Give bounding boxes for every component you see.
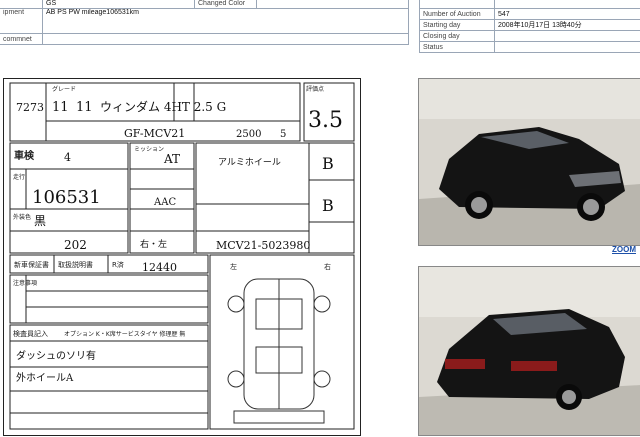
closing-day-value <box>495 31 640 42</box>
car-diagram <box>228 279 330 423</box>
comment-value <box>43 34 409 45</box>
status-value <box>495 42 640 53</box>
color-label: 外装色 <box>13 213 31 221</box>
score-value: 3.5 <box>308 108 343 133</box>
vehicle-info-table: GS Changed Color ipment AB PS PW mileage… <box>0 0 409 45</box>
lot-number: 7273 <box>16 101 44 114</box>
auction-row-label <box>420 0 495 9</box>
diagram-right-label: 右 <box>324 262 331 271</box>
inspector-label: 検査員記入 <box>13 329 48 338</box>
wheel-note: アルミホイール <box>218 157 281 168</box>
frame-number: MCV21-5023980 <box>216 239 310 252</box>
chassis-code: GF-MCV21 <box>124 127 185 140</box>
color-value: 黒 <box>34 214 46 228</box>
shaken-month: 4 <box>64 151 71 164</box>
auction-info-table: Number of Auction547 Starting day2008年10… <box>419 0 640 53</box>
record-label: 新車保証書 <box>14 260 49 269</box>
month-value: 11 <box>76 100 93 115</box>
closing-day-label: Closing day <box>420 31 495 42</box>
remark-2: 外ホイールA <box>16 372 74 384</box>
zoom-link[interactable]: ZOOM <box>612 245 636 254</box>
grade-label: グレード <box>52 85 76 93</box>
starting-day-label: Starting day <box>420 20 495 31</box>
comment-label: commnet <box>0 34 43 45</box>
seats: 5 <box>280 129 286 140</box>
auction-number-label: Number of Auction <box>420 9 495 20</box>
exterior-grade: B <box>322 196 334 215</box>
row1-label <box>0 0 43 9</box>
recycle-amount: 12440 <box>142 261 177 274</box>
equipment-value: AB PS PW mileage106531km <box>43 9 409 34</box>
mileage-value: 106531 <box>32 187 101 208</box>
displacement: 2500 <box>236 129 261 140</box>
shaken-label: 車検 <box>14 149 35 162</box>
year-value: 11 <box>52 100 69 115</box>
auction-row-value <box>495 0 640 9</box>
diagram-left-label: 左 <box>230 262 237 271</box>
trans-value: AT <box>163 152 180 166</box>
recycle-label: R済 <box>112 260 124 269</box>
interior-grade: B <box>322 154 334 173</box>
status-label: Status <box>420 42 495 53</box>
mileage-label: 走行 <box>13 173 25 181</box>
manual-label: 取扱説明書 <box>58 260 93 269</box>
inspector-text: オプション K・K席サービスタイヤ 修理歴 無 <box>64 330 185 338</box>
car-photo-rear[interactable] <box>418 266 640 436</box>
starting-day-value: 2008年10月17日 13時40分 <box>495 20 640 31</box>
model-name: ウィンダム 4HT 2.5 G <box>100 99 226 114</box>
color-code: 202 <box>64 238 87 252</box>
notes-label: 注意事項 <box>13 279 37 287</box>
car-rear-image <box>419 267 640 435</box>
auction-sheet-image[interactable]: グレード 評価点 車検 走行 外装色 ミッション 新車保証書 取扱説明書 R済 … <box>3 78 361 436</box>
car-photo-front[interactable] <box>418 78 640 246</box>
auction-sheet-drawing: グレード 評価点 車検 走行 外装色 ミッション 新車保証書 取扱説明書 R済 … <box>4 79 360 435</box>
changed-color-value <box>257 0 409 9</box>
trans-label: ミッション <box>134 146 164 153</box>
car-front-image <box>419 79 640 245</box>
changed-color-label: Changed Color <box>195 0 257 9</box>
steering-value: 右・左 <box>140 238 167 250</box>
score-label: 評価点 <box>306 85 324 93</box>
ac-value: AAC <box>153 197 176 208</box>
auction-number-value: 547 <box>495 9 640 20</box>
grade-value: GS <box>43 0 195 9</box>
equipment-label: ipment <box>0 9 43 34</box>
remark-1: ダッシュのソリ有 <box>16 349 96 362</box>
